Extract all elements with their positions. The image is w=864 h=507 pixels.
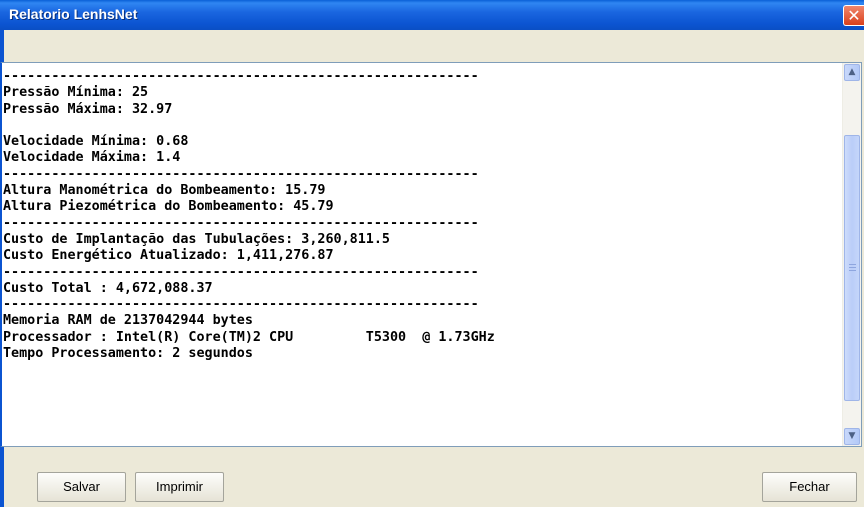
report-line: Tempo Processamento: 2 segundos [3, 346, 253, 362]
report-line: Custo de Implantação das Tubulações: 3,2… [3, 231, 390, 247]
report-line: Processador : Intel(R) Core(TM)2 CPU T53… [3, 329, 495, 345]
report-text: ----------------------------------------… [2, 69, 841, 441]
report-line: Altura Manométrica do Bombeamento: 15.79 [3, 183, 326, 199]
close-button[interactable]: Fechar [762, 472, 857, 502]
separator-line: ----------------------------------------… [3, 166, 479, 182]
report-line: Custo Energético Atualizado: 1,411,276.8… [3, 248, 334, 264]
save-button[interactable]: Salvar [37, 472, 126, 502]
report-line: Velocidade Máxima: 1.4 [3, 150, 181, 166]
report-line: Pressão Mínima: 25 [3, 85, 149, 101]
report-line: Memoria RAM de 2137042944 bytes [3, 313, 253, 329]
separator-line: ----------------------------------------… [3, 297, 479, 313]
grip-line [849, 270, 856, 271]
vertical-scrollbar[interactable]: ▲ ▼ [842, 63, 861, 446]
report-line: Pressão Máxima: 32.97 [3, 101, 173, 117]
separator-line: ----------------------------------------… [3, 215, 479, 231]
report-line: Velocidade Mínima: 0.68 [3, 134, 189, 150]
scroll-down-arrow-icon[interactable]: ▼ [844, 428, 860, 445]
scroll-up-arrow-icon[interactable]: ▲ [844, 64, 860, 81]
close-window-button[interactable]: ✕ [843, 5, 864, 26]
report-line: Altura Piezométrica do Bombeamento: 45.7… [3, 199, 334, 215]
separator-line: ----------------------------------------… [3, 69, 479, 84]
print-button[interactable]: Imprimir [135, 472, 224, 502]
report-line: Custo Total : 4,672,088.37 [3, 280, 213, 296]
window-title: Relatorio LenhsNet [9, 6, 138, 22]
separator-line: ----------------------------------------… [3, 264, 479, 280]
grip-line [849, 264, 856, 265]
report-textarea[interactable]: ----------------------------------------… [0, 62, 862, 447]
title-bar: Relatorio LenhsNet ✕ [0, 0, 864, 30]
scroll-thumb[interactable] [844, 135, 860, 401]
grip-line [849, 267, 856, 268]
